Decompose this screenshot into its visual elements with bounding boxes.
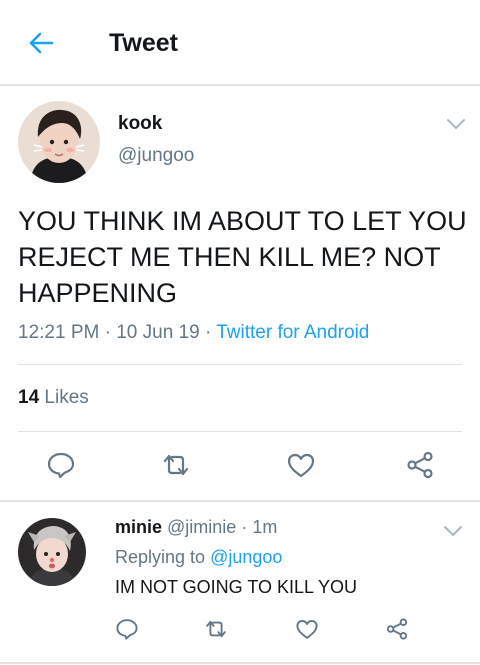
comment-icon[interactable] [46, 450, 76, 480]
section-divider [0, 500, 480, 502]
heart-icon[interactable] [286, 450, 316, 480]
divider [18, 431, 462, 432]
avatar[interactable] [18, 101, 100, 183]
likes-count[interactable]: 14 Likes [18, 387, 89, 409]
reply-header: minie @jiminie · 1m [115, 517, 277, 538]
tweet-time: 12:21 PM [18, 322, 100, 343]
divider [18, 364, 462, 365]
reply-age: 1m [252, 517, 278, 537]
avatar[interactable] [18, 518, 86, 586]
replying-to-handle[interactable]: @jungoo [210, 547, 282, 567]
bottom-divider [0, 662, 480, 664]
likes-number: 14 [18, 387, 40, 408]
separator-dot: · [204, 322, 212, 343]
top-app-bar: Tweet [0, 0, 480, 86]
tweet-date: 10 Jun 19 [116, 322, 200, 343]
replying-to-label: Replying to [115, 547, 206, 567]
separator-dot: · [241, 517, 248, 537]
chevron-down-icon[interactable] [443, 525, 463, 537]
separator-dot: · [104, 322, 111, 343]
tweet-metadata: 12:21 PM · 10 Jun 19 · Twitter for Andro… [18, 322, 369, 344]
reply-text: IM NOT GOING TO KILL YOU [115, 577, 358, 597]
reply-display-name[interactable]: minie [115, 517, 162, 537]
retweet-icon[interactable] [204, 617, 228, 641]
heart-icon[interactable] [295, 617, 319, 641]
share-icon[interactable] [405, 450, 435, 480]
likes-label: Likes [44, 387, 89, 408]
share-icon[interactable] [385, 617, 409, 641]
comment-icon[interactable] [115, 617, 139, 641]
tweet-text: YOU THINK IM ABOUT TO LET YOU REJECT ME … [18, 206, 467, 308]
user-handle[interactable]: @jungoo [118, 145, 194, 167]
retweet-icon[interactable] [161, 450, 191, 480]
reply-handle[interactable]: @jiminie [167, 517, 236, 537]
replying-to: Replying to @jungoo [115, 547, 282, 568]
tweet-source-link[interactable]: Twitter for Android [216, 322, 369, 343]
page-title: Tweet [109, 29, 178, 57]
chevron-down-icon[interactable] [446, 118, 466, 130]
arrow-left-icon[interactable] [26, 28, 56, 58]
display-name[interactable]: kook [118, 113, 162, 135]
